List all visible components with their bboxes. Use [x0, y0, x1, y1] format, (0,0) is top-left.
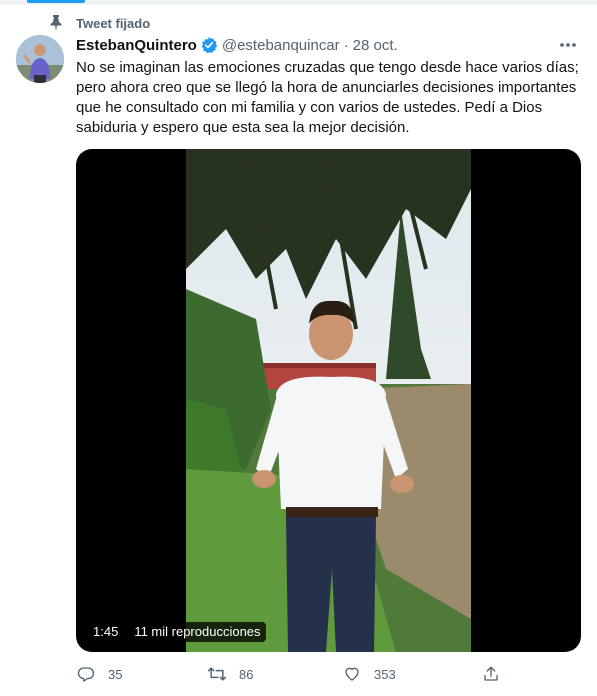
- active-tab-indicator: [27, 0, 85, 3]
- tweet-text: No se imaginan las emociones cruzadas qu…: [76, 59, 579, 136]
- tweet-header: EstebanQuintero @estebanquincar · 28 oct…: [76, 35, 581, 55]
- author-handle[interactable]: @estebanquincar: [222, 37, 340, 54]
- video-thumbnail: [186, 149, 471, 652]
- video-player[interactable]: 1:45 11 mil reproducciones: [76, 149, 581, 652]
- retweet-button[interactable]: 86: [207, 664, 253, 684]
- pinned-label: Tweet fijado: [76, 15, 151, 31]
- top-divider: [0, 0, 597, 5]
- retweet-icon: [207, 664, 227, 684]
- video-duration: 1:45: [88, 622, 124, 642]
- reply-icon: [76, 664, 96, 684]
- share-button[interactable]: [481, 664, 513, 684]
- avatar[interactable]: [16, 35, 64, 83]
- share-icon: [481, 664, 501, 684]
- like-button[interactable]: 353: [342, 664, 396, 684]
- heart-icon: [342, 664, 362, 684]
- reply-button[interactable]: 35: [76, 664, 122, 684]
- more-options-icon[interactable]: [555, 33, 581, 57]
- pin-icon: [48, 15, 64, 31]
- video-views: 11 mil reproducciones: [129, 622, 266, 642]
- pinned-tweet-header: Tweet fijado: [48, 14, 150, 32]
- separator-dot: ·: [343, 36, 349, 54]
- video-overlay: 1:45 11 mil reproducciones: [88, 622, 266, 642]
- verified-badge-icon: [200, 36, 218, 54]
- retweet-count: 86: [239, 666, 254, 682]
- tweet-actions: 35 86 353: [76, 664, 506, 688]
- reply-count: 35: [108, 666, 123, 682]
- like-count: 353: [374, 666, 396, 682]
- tweet-date[interactable]: 28 oct.: [353, 37, 398, 54]
- author-name[interactable]: EstebanQuintero: [76, 37, 197, 54]
